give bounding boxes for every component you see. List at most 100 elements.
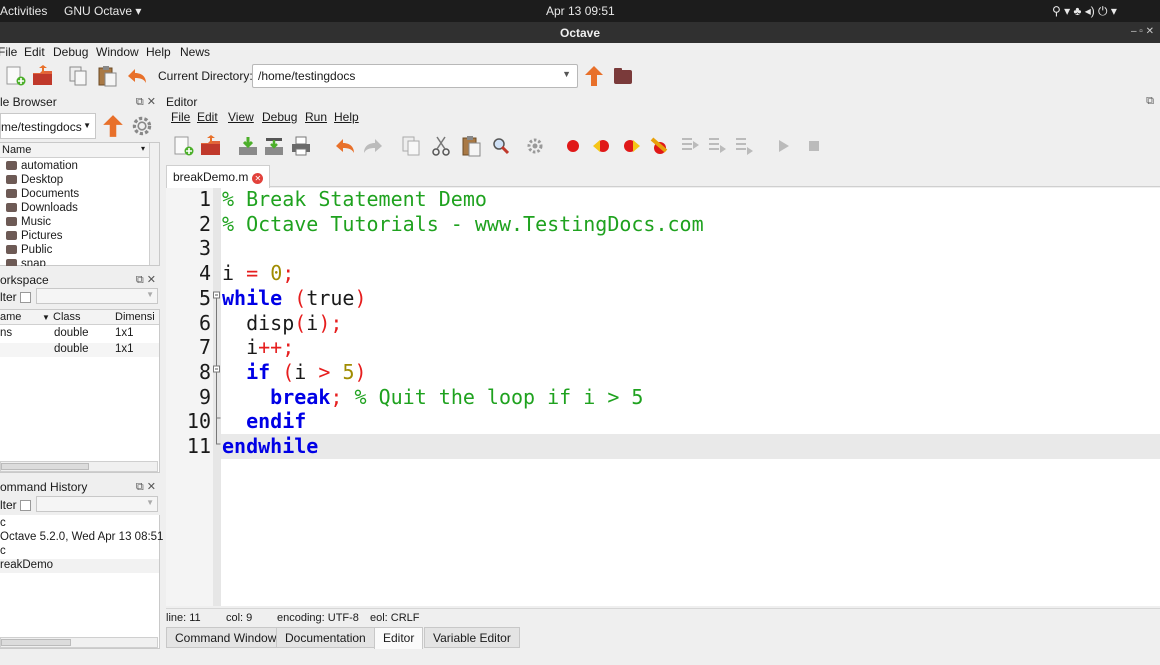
line-number: 6 <box>198 310 211 335</box>
column-class[interactable]: Class <box>53 311 81 323</box>
list-item[interactable]: Music <box>6 216 159 230</box>
toggle-breakpoint-icon[interactable] <box>562 135 584 157</box>
line-number: 11 <box>186 434 211 458</box>
print-icon[interactable] <box>290 135 312 157</box>
current-directory-label: Current Directory: <box>158 69 253 83</box>
tab-documentation[interactable]: Documentation <box>276 627 375 648</box>
menu-edit[interactable]: Edit <box>24 45 45 59</box>
vertical-scrollbar[interactable] <box>149 143 159 265</box>
new-script-icon[interactable] <box>4 65 26 87</box>
tab-breakdemo[interactable]: breakDemo.m ✕ <box>166 165 271 188</box>
list-item[interactable]: Downloads <box>6 202 159 216</box>
undo-icon[interactable] <box>334 135 356 157</box>
menu-debug[interactable]: Debug <box>53 45 88 59</box>
panel-undock-close-icon[interactable]: ⧉ ✕ <box>136 95 156 109</box>
gear-icon[interactable] <box>524 135 546 157</box>
gear-icon[interactable] <box>129 113 155 139</box>
horizontal-scrollbar[interactable] <box>0 461 158 472</box>
list-item[interactable]: snap <box>6 258 159 266</box>
find-icon[interactable] <box>490 135 512 157</box>
list-item[interactable]: c <box>0 545 159 559</box>
editor-menu-edit[interactable]: Edit <box>197 110 218 124</box>
tab-command-window[interactable]: Command Window <box>166 627 286 648</box>
open-folder-icon[interactable] <box>31 65 53 87</box>
paste-icon[interactable] <box>460 135 482 157</box>
paste-icon[interactable] <box>96 65 118 87</box>
editor-menu-run[interactable]: Run <box>305 110 327 124</box>
panel-undock-close-icon[interactable]: ⧉ ✕ <box>136 273 156 287</box>
current-directory-input[interactable]: /home/testingdocs ▼ <box>252 64 578 88</box>
list-item[interactable]: Octave 5.2.0, Wed Apr 13 08:51 <box>0 531 163 545</box>
status-col: col: 9 <box>226 612 253 624</box>
filter-checkbox[interactable] <box>19 292 31 303</box>
browse-folder-icon[interactable] <box>612 65 634 87</box>
line-number: 9 <box>198 384 211 409</box>
open-folder-icon[interactable] <box>199 135 221 157</box>
tab-editor[interactable]: Editor <box>374 627 424 649</box>
step-icon[interactable] <box>679 135 701 157</box>
redo-icon[interactable] <box>362 135 384 157</box>
activities-button[interactable]: Activities <box>0 4 47 18</box>
menu-help[interactable]: Help <box>146 45 171 59</box>
cut-icon[interactable] <box>430 135 452 157</box>
editor-menu-view[interactable]: View <box>228 110 254 124</box>
remove-breakpoints-icon[interactable] <box>649 135 671 157</box>
window-controls[interactable]: – ▫ ✕ <box>1131 26 1154 37</box>
filter-label: lter <box>0 498 17 512</box>
list-item[interactable]: Documents <box>6 188 159 202</box>
window-title-bar: Octave – ▫ ✕ <box>0 22 1160 43</box>
close-icon[interactable]: ✕ <box>252 173 264 184</box>
next-breakpoint-icon[interactable] <box>591 135 613 157</box>
stop-icon[interactable] <box>803 135 825 157</box>
code-line: while (true) <box>222 285 367 310</box>
list-item[interactable]: Pictures <box>6 230 159 244</box>
column-name[interactable]: ame <box>0 311 21 323</box>
step-out-icon[interactable] <box>733 135 755 157</box>
filter-checkbox[interactable] <box>19 500 31 511</box>
parent-directory-icon[interactable] <box>101 113 125 139</box>
horizontal-scrollbar[interactable] <box>0 637 158 648</box>
list-item[interactable]: Desktop <box>6 174 159 188</box>
table-row[interactable]: ns double 1x1 <box>0 327 159 341</box>
clock[interactable]: Apr 13 09:51 <box>546 4 615 18</box>
list-item[interactable]: reakDemo <box>0 559 159 573</box>
menu-file[interactable]: File <box>0 45 17 59</box>
command-history-filter: lter <box>0 498 31 512</box>
new-script-icon[interactable] <box>172 135 194 157</box>
command-history-filter-input[interactable]: ▼ <box>36 496 158 512</box>
app-menu[interactable]: GNU Octave ▾ <box>64 4 141 18</box>
list-item[interactable]: c <box>0 517 159 531</box>
undock-icon[interactable]: ⧉ <box>1146 95 1154 108</box>
workspace-filter-input[interactable]: ▼ <box>36 288 158 304</box>
menu-window[interactable]: Window <box>96 45 139 59</box>
list-item[interactable]: Public <box>6 244 159 258</box>
column-dimension[interactable]: Dimensi <box>115 311 155 323</box>
fold-margin[interactable] <box>213 188 221 606</box>
list-item[interactable]: automation <box>6 160 159 174</box>
status-line: line: 11 <box>166 612 201 624</box>
parent-directory-icon[interactable] <box>583 65 605 87</box>
file-browser-column-header[interactable]: Name ▾ <box>0 143 159 158</box>
editor-menu-file[interactable]: File <box>171 110 190 124</box>
code-editor[interactable]: 1 2 3 4 5 6 7 8 9 10 11 % Break Statemen… <box>166 187 1160 606</box>
save-as-icon[interactable] <box>263 135 285 157</box>
continue-icon[interactable] <box>773 135 795 157</box>
file-browser-path-combo[interactable]: me/testingdocs ▼ <box>0 113 96 139</box>
folder-icon <box>6 161 17 170</box>
system-tray[interactable]: ⚲ ▾ ♣ ◂) ⏻ ▾ <box>1052 4 1117 19</box>
copy-icon[interactable] <box>400 135 422 157</box>
chevron-down-icon[interactable]: ▼ <box>562 69 571 79</box>
editor-menu-help[interactable]: Help <box>334 110 359 124</box>
tab-variable-editor[interactable]: Variable Editor <box>424 627 520 648</box>
copy-icon[interactable] <box>67 65 89 87</box>
workspace-filter: lter <box>0 290 31 304</box>
table-row[interactable]: double 1x1 <box>0 343 159 357</box>
previous-breakpoint-icon[interactable] <box>620 135 642 157</box>
step-in-icon[interactable] <box>706 135 728 157</box>
panel-undock-close-icon[interactable]: ⧉ ✕ <box>136 480 156 494</box>
menu-news[interactable]: News <box>180 45 210 59</box>
undo-icon[interactable] <box>126 65 148 87</box>
tab-label: breakDemo.m <box>173 170 249 184</box>
editor-menu-debug[interactable]: Debug <box>262 110 297 124</box>
save-icon[interactable] <box>237 135 259 157</box>
